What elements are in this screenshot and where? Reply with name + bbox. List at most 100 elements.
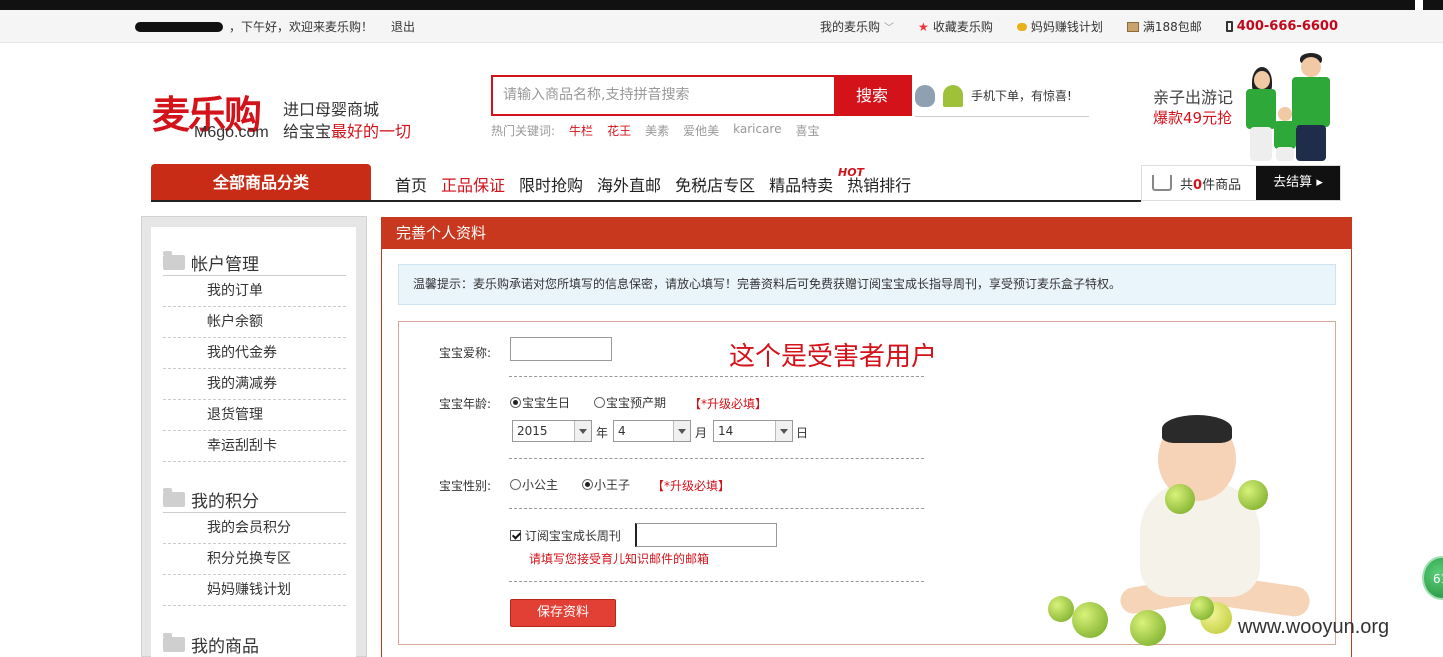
email-hint: 请填写您接受育儿知识邮件的邮箱 (529, 552, 710, 566)
redacted-username (135, 21, 223, 32)
nickname-label: 宝宝爱称: (439, 346, 492, 360)
mom-earn-link[interactable]: 妈妈赚钱计划 (1016, 18, 1103, 35)
year-select[interactable]: 2015 (512, 420, 592, 442)
nav-divider (151, 200, 1141, 202)
sidebar-item[interactable]: 我的代金券 (163, 338, 346, 369)
checkout-button[interactable]: 去结算 ▸ (1256, 166, 1340, 200)
radio-icon (594, 397, 605, 408)
email-input[interactable] (635, 523, 777, 547)
nav-flash-sale[interactable]: 限时抢购 (519, 172, 583, 196)
month-unit: 月 (695, 426, 708, 440)
sidebar-item[interactable]: 幸运刮刮卡 (163, 431, 346, 462)
page-title: 完善个人资料 (382, 218, 1351, 249)
notice-tip: 温馨提示：麦乐购承诺对您所填写的信息保密，请放心填写！完善资料后可免费获赠订阅宝… (398, 264, 1336, 305)
folder-icon (163, 251, 185, 270)
hot-keywords: 热门关键词: 牛栏 花王 美素 爱他美 karicare 喜宝 (491, 122, 820, 139)
sidebar: 帐户管理 我的订单 帐户余额 我的代金券 我的满减券 退货管理 幸运刮刮卡 我的… (151, 227, 356, 657)
radio-checked-icon (582, 479, 593, 490)
divider (509, 508, 924, 509)
favorite-link[interactable]: ★ 收藏麦乐购 (918, 18, 993, 35)
gender-option-girl[interactable]: 小公主 (510, 476, 558, 493)
all-categories-button[interactable]: 全部商品分类 (151, 164, 371, 201)
annotation-text: 这个是受害者用户 (729, 342, 938, 372)
sidebar-item[interactable]: 我的订单 (163, 276, 346, 307)
watermark: www.wooyun.org (1238, 616, 1390, 638)
greeting-text: ，下午好，欢迎来麦乐购！ (229, 20, 374, 34)
search-button[interactable]: 搜索 (834, 77, 910, 114)
cart-summary[interactable]: 共0件商品 (1142, 166, 1256, 200)
nav-special-sale[interactable]: 精品特卖 (769, 172, 833, 196)
hot-keyword[interactable]: 喜宝 (795, 122, 819, 139)
caret-right-icon: ▸ (1316, 175, 1323, 190)
slogan: 进口母婴商城 给宝宝最好的一切 (283, 100, 412, 141)
sidebar-item[interactable]: 我的会员积分 (163, 513, 346, 544)
gender-label: 宝宝性别: (439, 479, 492, 493)
subscribe-checkbox[interactable]: 订阅宝宝成长周刊 (510, 527, 621, 544)
sidebar-group-points: 我的积分 我的会员积分 积分兑换专区 妈妈赚钱计划 (163, 487, 346, 606)
divider (509, 581, 924, 582)
nickname-input[interactable] (510, 337, 612, 361)
nav-home[interactable]: 首页 (395, 172, 427, 196)
hot-badge: HOT (838, 166, 865, 179)
save-button[interactable]: 保存资料 (510, 599, 616, 627)
search-input[interactable]: 请输入商品名称,支持拼音搜索 (493, 77, 834, 114)
hot-keyword[interactable]: karicare (733, 122, 781, 139)
free-shipping-link[interactable]: 满188包邮 (1126, 18, 1202, 35)
dropdown-arrow-icon (574, 421, 591, 441)
site-logo[interactable]: 麦乐购 M6go.com (152, 84, 282, 164)
sidebar-item[interactable]: 帐户余额 (163, 307, 346, 338)
radio-checked-icon (510, 397, 521, 408)
required-tag: 【*升级必填】 (689, 397, 768, 411)
my-account-menu[interactable]: 我的麦乐购 ﹀ (820, 18, 894, 35)
android-icon (943, 84, 963, 107)
mini-cart: 共0件商品 去结算 ▸ (1141, 165, 1341, 201)
hot-keyword[interactable]: 美素 (645, 122, 669, 139)
mobile-icon (1225, 21, 1233, 32)
folder-icon (163, 488, 185, 507)
sidebar-item[interactable]: 我的满减券 (163, 369, 346, 400)
family-promo-image (1240, 49, 1340, 161)
checkbox-checked-icon (510, 530, 521, 541)
sidebar-item[interactable]: 退货管理 (163, 400, 346, 431)
promo-banner[interactable]: 亲子出游记 爆款49元抢 (1153, 88, 1233, 128)
folder-icon (163, 632, 185, 652)
nav-duty-free[interactable]: 免税店专区 (675, 172, 755, 196)
site-header: 麦乐购 M6go.com 进口母婴商城 给宝宝最好的一切 请输入商品名称,支持拼… (0, 44, 1443, 164)
hot-keyword[interactable]: 花王 (607, 122, 631, 139)
star-icon: ★ (918, 19, 929, 34)
dropdown-arrow-icon (673, 421, 690, 441)
age-option-birthday[interactable]: 宝宝生日 (510, 394, 570, 411)
hot-keyword[interactable]: 爱他美 (683, 122, 719, 139)
hot-keyword[interactable]: 牛栏 (569, 122, 593, 139)
top-bar: ，下午好，欢迎来麦乐购！ 退出 我的麦乐购 ﹀ ★ 收藏麦乐购 妈妈赚钱计划 满18… (0, 10, 1443, 43)
sidebar-group-products: 我的商品 (163, 631, 346, 657)
age-label: 宝宝年龄: (439, 397, 492, 411)
search-box: 请输入商品名称,支持拼音搜索 搜索 (491, 75, 912, 116)
divider (509, 458, 924, 459)
coin-icon (1016, 22, 1027, 31)
nav-overseas[interactable]: 海外直邮 (597, 172, 661, 196)
month-select[interactable]: 4 (613, 420, 691, 442)
cart-icon (1152, 175, 1172, 191)
logout-link[interactable]: 退出 (391, 18, 415, 35)
day-unit: 日 (796, 426, 809, 440)
mobile-app-promo[interactable]: 手机下单，有惊喜! (915, 75, 1089, 117)
chevron-down-icon: ﹀ (884, 23, 895, 34)
day-select[interactable]: 14 (713, 420, 793, 442)
package-icon (1126, 21, 1139, 32)
sidebar-item[interactable]: 妈妈赚钱计划 (163, 575, 346, 606)
main-nav: 全部商品分类 首页 正品保证 限时抢购 海外直邮 免税店专区 精品特卖 热销排行… (0, 164, 1443, 202)
sidebar-item[interactable]: 积分兑换专区 (163, 544, 346, 575)
required-tag: 【*升级必填】 (652, 479, 731, 493)
nav-authentic[interactable]: 正品保证 (441, 172, 505, 196)
baby-image (1040, 412, 1340, 647)
top-bar-handle (1415, 0, 1423, 10)
floating-badge[interactable]: 61 (1422, 556, 1443, 600)
divider (509, 376, 924, 377)
sidebar-group-account: 帐户管理 我的订单 帐户余额 我的代金券 我的满减券 退货管理 幸运刮刮卡 (163, 250, 346, 462)
dropdown-arrow-icon (775, 421, 792, 441)
year-unit: 年 (596, 426, 609, 440)
age-option-due-date[interactable]: 宝宝预产期 (594, 394, 666, 411)
hotline: 400-666-6600 (1225, 19, 1338, 34)
gender-option-boy[interactable]: 小王子 (582, 476, 630, 493)
